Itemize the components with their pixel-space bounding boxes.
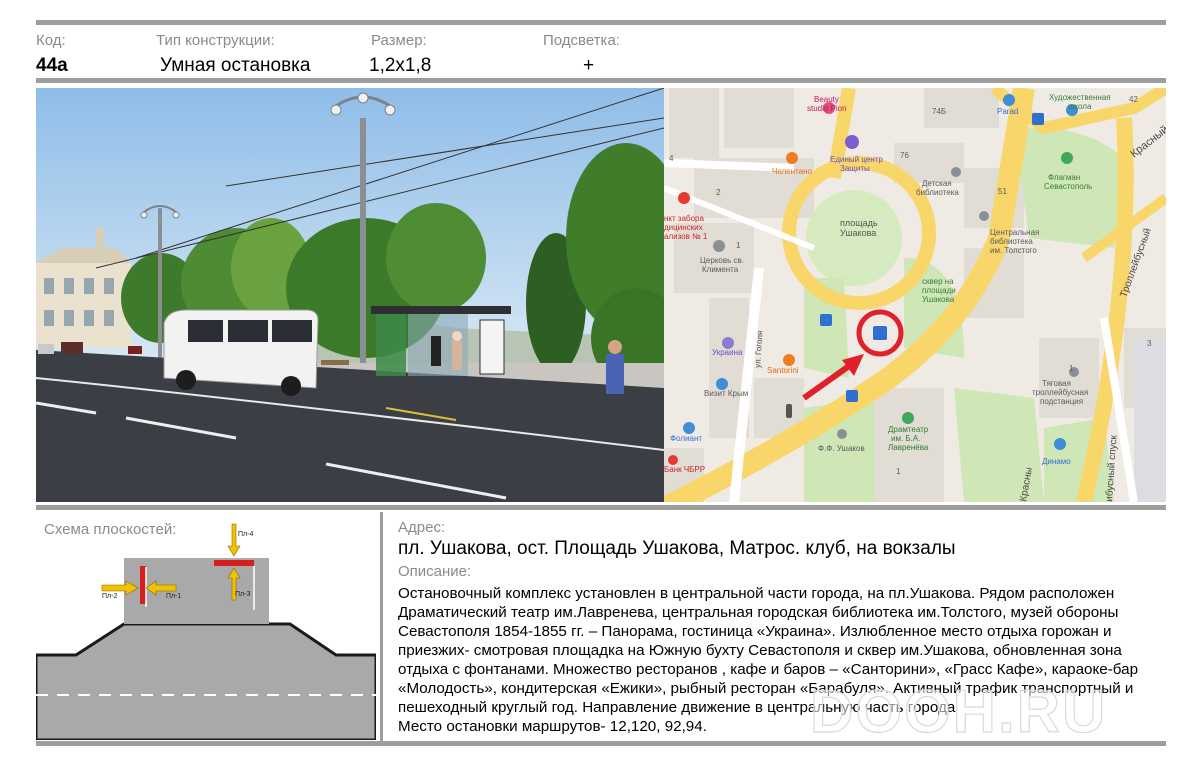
bottom-rule <box>36 741 1166 746</box>
vertical-separator <box>380 512 383 742</box>
map-label: 4 <box>669 154 674 163</box>
map-label: Ушакова <box>840 228 876 238</box>
target-stop-icon <box>873 326 887 340</box>
description-line: Севастополя 1854-1855 гг. – Панорама, го… <box>398 623 1112 640</box>
description-label: Описание: <box>398 563 472 580</box>
map-label: 1 <box>736 241 741 250</box>
type-value: Умная остановка <box>160 55 311 76</box>
map-label: нкт забора <box>664 214 704 223</box>
map-label: троллейбусная <box>1032 388 1088 397</box>
map-label: Beauty <box>814 95 839 104</box>
type-label: Тип конструкции: <box>156 32 275 49</box>
plane-1-label: Пл-1 <box>166 593 181 600</box>
plane-3-label: Пл-3 <box>235 591 250 598</box>
street-photo-drawing <box>36 88 664 502</box>
map-label: 1 <box>1069 364 1074 373</box>
map-label: Художественная <box>1049 93 1111 102</box>
map-label: Церковь св. <box>700 256 744 265</box>
plane-1-mark <box>140 566 146 604</box>
map-label: Лавренёва <box>888 443 929 452</box>
map-label: Единый центр <box>830 155 883 164</box>
header-rule <box>36 78 1166 83</box>
size-value: 1,2х1,8 <box>369 55 432 76</box>
map-label: Фолиант <box>670 434 702 443</box>
location-map-drawing: Beauty studio Pion 74Б Parad Художествен… <box>664 88 1166 502</box>
map-label: ализов № 1 <box>664 232 708 241</box>
map-label: studio Pion <box>807 104 847 113</box>
top-rule <box>36 20 1166 25</box>
map-label: дицинских <box>664 223 703 232</box>
street-photo <box>36 88 664 502</box>
map-label: Тяговая <box>1042 379 1071 388</box>
planes-scheme-drawing: Пл-4 Пл-3 Пл-2 Пл-1 <box>36 523 376 740</box>
map-label: Севастополь <box>1044 182 1092 191</box>
map-label: Центральная <box>990 228 1039 237</box>
watermark-text: DOOH.RU <box>810 678 1107 740</box>
map-label: Ф.Ф. Ушаков <box>818 444 865 453</box>
plane-2-label: Пл-2 <box>102 593 117 600</box>
map-label: Защиты <box>840 164 870 173</box>
map-label: 74Б <box>932 107 946 116</box>
map-label: подстанция <box>1040 397 1083 406</box>
planes-scheme: Пл-4 Пл-3 Пл-2 Пл-1 <box>36 512 376 740</box>
arrow-pl4-icon <box>227 523 241 557</box>
map-label: 1 <box>896 467 901 476</box>
map-label: Ушакова <box>922 295 955 304</box>
map-label: им. Б.А. <box>891 434 920 443</box>
light-label: Подсветка: <box>543 32 620 49</box>
map-label: 42 <box>1129 95 1138 104</box>
code-value: 44а <box>36 55 68 76</box>
middle-rule <box>36 505 1166 510</box>
description-line: Остановочный комплекс установлен в центр… <box>398 585 1115 602</box>
watermark-drawing: DOOH.RU <box>810 677 1107 740</box>
map-label: площади <box>922 286 956 295</box>
address-value: пл. Ушакова, ост. Площадь Ушакова, Матро… <box>398 538 956 559</box>
map-label: Детская <box>922 179 952 188</box>
map-label: 3 <box>1147 339 1152 348</box>
map-label: 2 <box>716 188 721 197</box>
location-map: Beauty studio Pion 74Б Parad Художествен… <box>664 88 1166 502</box>
map-label: библиотека <box>990 237 1033 246</box>
map-label: сквер на <box>922 277 954 286</box>
map-label: Украина <box>712 348 743 357</box>
code-label: Код: <box>36 32 66 49</box>
map-label: Климента <box>702 265 739 274</box>
light-value: + <box>583 55 595 76</box>
description-line: Драматический театр им.Лавренева, центра… <box>398 604 1119 621</box>
map-label: Santorini <box>767 366 799 375</box>
map-label: Челентано <box>772 167 812 176</box>
address-label: Адрес: <box>398 519 446 536</box>
map-label: Визит Крым <box>704 389 748 398</box>
map-label: Флагман <box>1048 173 1080 182</box>
map-label: 76 <box>900 151 909 160</box>
plane-4-label: Пл-4 <box>238 531 253 538</box>
description-line: приезжих- смотровая площадка на Южную бу… <box>398 642 1122 659</box>
map-label: Банк ЧБРР <box>664 465 705 474</box>
map-label: библиотека <box>916 188 959 197</box>
map-label: Динамо <box>1042 457 1071 466</box>
map-label: им. Толстого <box>990 246 1037 255</box>
map-label: Драмтеатр <box>888 425 929 434</box>
plane-4-mark <box>214 560 254 566</box>
size-label: Размер: <box>371 32 427 49</box>
map-label: площадь <box>840 218 878 228</box>
map-label: 51 <box>998 187 1007 196</box>
watermark: DOOH.RU <box>810 676 1170 740</box>
map-label: Parad <box>997 107 1018 116</box>
map-label: школа <box>1068 102 1092 111</box>
